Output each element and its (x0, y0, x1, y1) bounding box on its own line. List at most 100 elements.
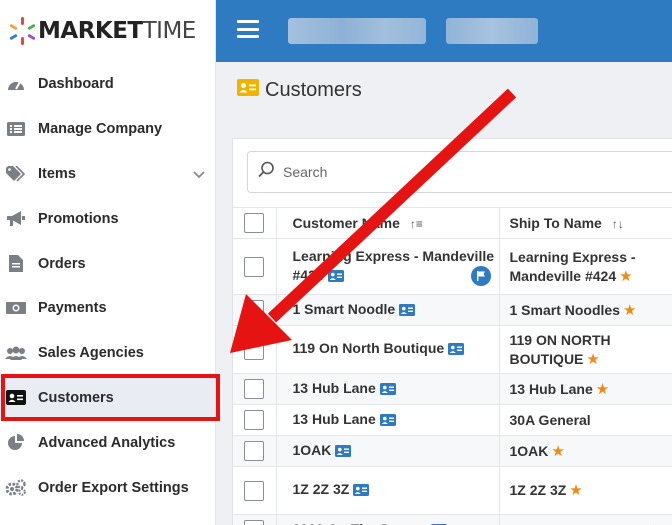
row-checkbox[interactable] (244, 520, 265, 525)
sidebar-item-label: Payments (38, 300, 107, 317)
row-select-cell (233, 404, 277, 436)
customer-name[interactable]: 1 Smart Noodle (293, 301, 396, 317)
customer-name[interactable]: 119 On North Boutique (293, 340, 445, 356)
sidebar-item-payments[interactable]: Payments (0, 286, 215, 331)
gears-icon (5, 478, 27, 497)
sidebar: MARKETTIME Dashboard Manage Company Item… (0, 0, 220, 525)
customer-card-icon[interactable] (327, 268, 344, 287)
ship-to-name[interactable]: 30A General (510, 412, 591, 428)
customer-card-icon[interactable] (379, 412, 396, 431)
flag-icon[interactable] (470, 266, 491, 286)
row-checkbox[interactable] (244, 480, 265, 501)
table-row[interactable]: 1Z 2Z 3Z 1Z 2Z 3Z ★ (233, 466, 672, 515)
star-icon: ★ (622, 301, 637, 319)
customer-name-cell[interactable]: 1 Smart Noodle (276, 294, 500, 326)
sidebar-item-sales-agencies[interactable]: Sales Agencies (0, 331, 215, 376)
customer-name-cell[interactable]: 13 Hub Lane (276, 404, 500, 436)
ship-to-name-cell[interactable]: Learning Express - Mandeville #424 ★ (499, 238, 672, 295)
table-row[interactable]: Learning Express - Mandeville #424 Learni… (233, 238, 672, 295)
customer-name[interactable]: Learning Express - Mandeville #424 (293, 248, 495, 283)
customer-name[interactable]: 13 Hub Lane (293, 380, 376, 396)
customer-card-icon[interactable] (399, 302, 416, 321)
customer-name-cell[interactable]: 1Z 2Z 3Z (276, 466, 500, 515)
customer-name-cell[interactable]: 2010 On The Square (276, 514, 500, 525)
ship-to-name-cell[interactable]: 119 ON NORTH BOUTIQUE ★ (499, 325, 672, 374)
sidebar-item-promotions[interactable]: Promotions (0, 196, 215, 241)
redacted-account-name (288, 18, 426, 44)
customer-name-cell[interactable]: Learning Express - Mandeville #424 (276, 238, 500, 295)
star-icon: ★ (569, 482, 583, 499)
table-row[interactable]: 2010 On The Square2010 On The Square★ (233, 514, 672, 525)
ship-to-name[interactable]: 1OAK (510, 443, 549, 459)
chevron-down-icon[interactable] (193, 167, 205, 183)
customer-card-icon[interactable] (353, 482, 370, 501)
brand-name: MARKETTIME (38, 18, 196, 44)
sidebar-item-items[interactable]: Items (0, 152, 215, 197)
sidebar-item-dashboard[interactable]: Dashboard (0, 62, 215, 107)
row-checkbox[interactable] (244, 256, 265, 277)
sidebar-item-label: Sales Agencies (38, 345, 144, 362)
select-all-checkbox[interactable] (244, 213, 265, 233)
customer-card-icon[interactable] (379, 381, 396, 400)
search-box[interactable] (247, 151, 672, 193)
id-card-icon (5, 389, 27, 407)
customer-card-icon[interactable] (335, 443, 352, 462)
ship-to-name-cell[interactable]: 1 Smart Noodles ★ (499, 294, 672, 326)
customer-name-cell[interactable]: 119 On North Boutique (276, 325, 500, 374)
star-icon: ★ (647, 522, 660, 525)
logo-mark-icon (9, 17, 36, 45)
ship-to-name-cell[interactable]: 2010 On The Square★ (499, 514, 672, 525)
column-header-ship-to-name[interactable]: Ship To Name ↑↓ (499, 207, 672, 239)
customer-card-icon[interactable] (431, 522, 448, 525)
hamburger-menu-icon[interactable] (237, 20, 259, 38)
search-icon (258, 161, 275, 183)
table-header-row: Customer Name ↑≡ Ship To Name ↑↓ (233, 207, 672, 239)
pie-chart-icon (5, 434, 27, 452)
sort-asc-icon[interactable]: ↑≡ (410, 217, 423, 231)
sort-icon[interactable]: ↑↓ (612, 217, 624, 231)
row-select-cell (233, 466, 277, 515)
ship-to-name-cell[interactable]: 30A General (499, 404, 672, 436)
row-checkbox[interactable] (244, 441, 265, 462)
ship-to-name[interactable]: 1Z 2Z 3Z (510, 482, 567, 498)
star-icon: ★ (595, 380, 610, 398)
ship-to-name[interactable]: Learning Express - Mandeville #424 (510, 249, 636, 284)
redacted-account-detail (446, 18, 538, 44)
ship-to-name-cell[interactable]: 13 Hub Lane ★ (499, 373, 672, 405)
row-checkbox[interactable] (244, 410, 265, 431)
sidebar-item-advanced-analytics[interactable]: Advanced Analytics (0, 420, 215, 465)
customer-card-icon[interactable] (448, 341, 465, 360)
table-row[interactable]: 13 Hub Lane 13 Hub Lane ★ (233, 373, 672, 405)
customer-name-cell[interactable]: 13 Hub Lane (276, 373, 500, 405)
ship-to-name[interactable]: 2010 On The Square (510, 522, 645, 525)
bullhorn-icon (5, 210, 27, 228)
column-header-customer-name[interactable]: Customer Name ↑≡ (276, 207, 500, 239)
customer-name[interactable]: 13 Hub Lane (293, 411, 376, 427)
search-input[interactable] (283, 164, 583, 180)
sidebar-item-manage-company[interactable]: Manage Company (0, 107, 215, 152)
sidebar-item-orders[interactable]: Orders (0, 241, 215, 286)
ship-to-name[interactable]: 1 Smart Noodles (510, 302, 620, 318)
table-row[interactable]: 13 Hub Lane 30A General (233, 404, 672, 436)
table-row[interactable]: 1OAK 1OAK ★ (233, 435, 672, 467)
row-checkbox[interactable] (244, 379, 265, 400)
gauge-icon (5, 75, 27, 93)
table-row[interactable]: 1 Smart Noodle 1 Smart Noodles ★ (233, 294, 672, 326)
sidebar-item-label: Dashboard (38, 76, 114, 93)
row-checkbox[interactable] (244, 339, 265, 360)
logo[interactable]: MARKETTIME (0, 0, 215, 62)
table-row[interactable]: 119 On North Boutique 119 ON NORTH BOUTIQ… (233, 325, 672, 374)
customer-name[interactable]: 1OAK (293, 442, 332, 458)
row-checkbox[interactable] (244, 300, 265, 321)
ship-to-name-cell[interactable]: 1OAK ★ (499, 435, 672, 467)
row-select-cell (233, 373, 277, 405)
ship-to-name-cell[interactable]: 1Z 2Z 3Z ★ (499, 466, 672, 515)
sidebar-item-label: Items (38, 165, 76, 182)
row-select-cell (233, 325, 277, 374)
customer-name-cell[interactable]: 1OAK (276, 435, 500, 467)
sidebar-item-order-export-settings[interactable]: Order Export Settings (0, 465, 215, 510)
sidebar-item-customers[interactable]: Customers (0, 375, 215, 421)
customer-name[interactable]: 1Z 2Z 3Z (293, 481, 350, 497)
ship-to-name[interactable]: 13 Hub Lane (510, 381, 593, 397)
customer-name[interactable]: 2010 On The Square (293, 521, 428, 525)
